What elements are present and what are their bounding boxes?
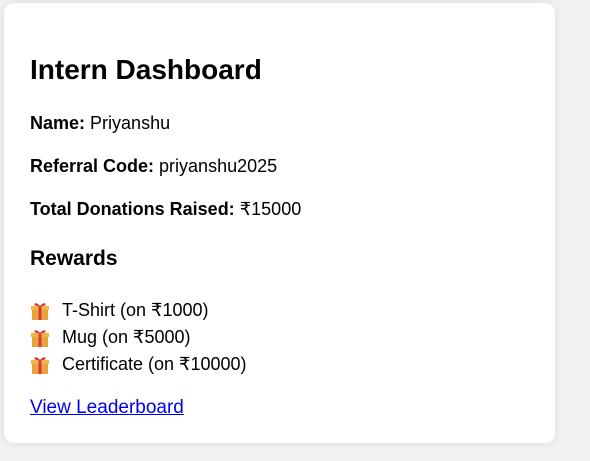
gift-icon bbox=[30, 328, 50, 348]
referral-code-row: Referral Code: priyanshu2025 bbox=[30, 155, 277, 177]
reward-label: Certificate (on ₹10000) bbox=[62, 354, 247, 374]
page-title: Intern Dashboard bbox=[30, 54, 262, 85]
reward-label: T-Shirt (on ₹1000) bbox=[62, 300, 209, 320]
referral-code-value: priyanshu2025 bbox=[159, 156, 278, 176]
referral-code-label: Referral Code: bbox=[30, 156, 155, 176]
intern-dashboard-card: Intern Dashboard Name: Priyanshu Referra… bbox=[4, 3, 555, 443]
total-donations-row: Total Donations Raised: ₹15000 bbox=[30, 198, 301, 220]
reward-item-tshirt: T-Shirt (on ₹1000) bbox=[30, 297, 247, 324]
reward-item-mug: Mug (on ₹5000) bbox=[30, 324, 247, 351]
reward-label: Mug (on ₹5000) bbox=[62, 327, 191, 347]
name-row: Name: Priyanshu bbox=[30, 112, 170, 134]
gift-icon bbox=[30, 301, 50, 321]
name-label: Name: bbox=[30, 113, 86, 133]
total-donations-value: ₹15000 bbox=[239, 199, 302, 219]
total-donations-label: Total Donations Raised: bbox=[30, 199, 235, 219]
gift-icon bbox=[30, 355, 50, 375]
view-leaderboard-link[interactable]: View Leaderboard bbox=[30, 396, 184, 420]
name-value: Priyanshu bbox=[90, 113, 171, 133]
reward-item-certificate: Certificate (on ₹10000) bbox=[30, 351, 247, 378]
rewards-heading: Rewards bbox=[30, 247, 118, 270]
rewards-list: T-Shirt (on ₹1000) Mug (on ₹5000) Certif… bbox=[30, 297, 247, 378]
